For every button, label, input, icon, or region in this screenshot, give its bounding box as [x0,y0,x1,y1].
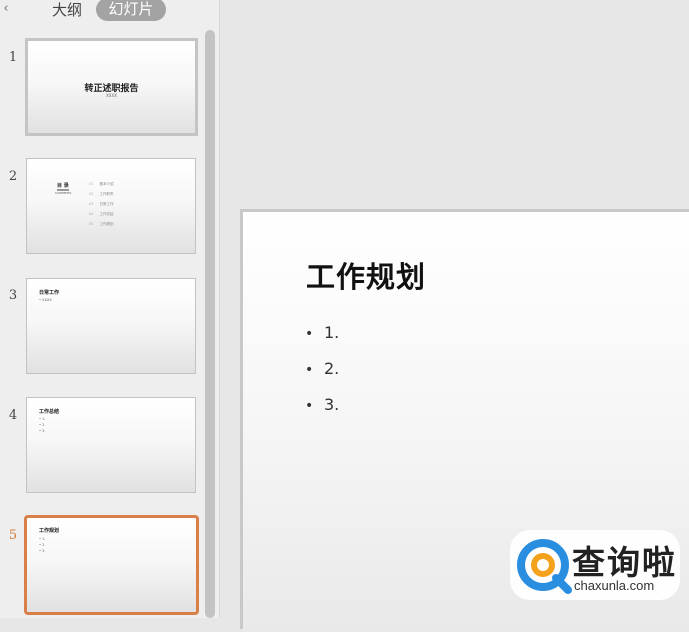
slide-number-active: 5 [8,528,18,543]
tab-slides[interactable]: 幻灯片 [96,0,166,21]
thumb-title: 日常工作 [39,290,60,296]
slide-thumbnail-1[interactable]: 转正述职报告 XXXX [25,38,198,136]
thumb-toc-item: 04 工作总结 [89,212,114,216]
tab-outline[interactable]: 大纲 [50,0,84,20]
slide-thumbnail-3[interactable]: 日常工作 • XXXX [26,278,196,374]
thumb-toc-item: 03 日常工作 [89,202,114,206]
thumb-line: • XXXX [39,298,52,302]
slide-thumbnail-2[interactable]: 目 录 CONTENTS 01 基本介绍 02 工作职责 03 日常工作 04 工作总结… [26,158,196,254]
slide-bullet-item[interactable]: • 1. [305,323,339,342]
thumb-line: • 3. [39,549,46,553]
slide-thumbnail-5[interactable]: 工作规划 • 1. • 2. • 3. [24,515,199,615]
watermark-text-cn: 查询啦 [572,543,677,582]
thumb-contents-heading-en: CONTENTS [55,191,72,195]
thumb-line: • 2. [39,543,46,547]
slide-thumbnail-4[interactable]: 工作总结 • 1. • 2. • 3. [26,397,196,493]
thumb-line: • 1. [39,417,46,421]
slide-title[interactable]: 工作规划 [306,254,426,296]
thumbnail-scrollbar[interactable] [205,30,215,618]
thumb-toc-item: 05 工作规划 [89,222,114,226]
thumb-subtitle: XXXX [106,93,117,98]
thumb-title: 工作总结 [39,409,60,415]
slide-bullet-item[interactable]: • 3. [305,395,339,414]
chevron-left-icon[interactable]: ‹ [0,2,12,18]
thumb-contents-heading: 目 录 [57,183,69,189]
thumb-title: 工作规划 [39,528,60,534]
slide-number: 3 [8,288,18,303]
thumb-toc-item: 02 工作职责 [89,192,114,196]
slide-number: 4 [8,408,18,423]
magnifier-logo-icon [517,539,572,594]
thumb-toc-item: 01 基本介绍 [89,182,114,186]
thumb-line: • 2. [39,423,46,427]
slide-number: 2 [8,169,18,184]
slide-bullet-item[interactable]: • 2. [305,359,339,378]
slide-number: 1 [8,50,18,65]
thumb-line: • 1. [39,537,46,541]
watermark: 查询啦 chaxunla.com [510,530,680,600]
watermark-text-en: chaxunla.com [574,578,655,593]
slide-thumbnail-panel: ‹ 大纲 幻灯片 1 转正述职报告 XXXX 2 目 录 CONTENTS 01… [0,0,220,618]
thumb-line: • 3. [39,429,46,433]
